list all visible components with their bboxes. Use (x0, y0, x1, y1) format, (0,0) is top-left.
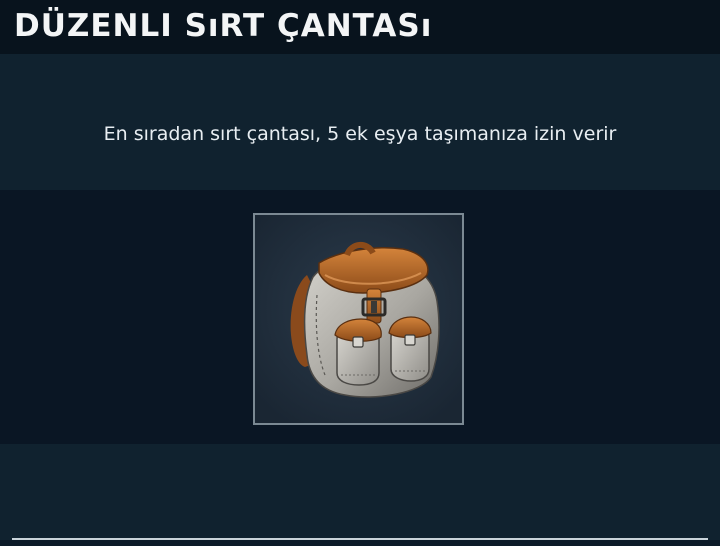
divider (12, 538, 708, 540)
item-detail-panel: DÜZENLI SıRT ÇANTASı En sıradan sırt çan… (0, 0, 720, 546)
footer-band (0, 444, 720, 540)
item-icon-frame[interactable] (253, 213, 464, 425)
item-title: DÜZENLI SıRT ÇANTASı (14, 8, 433, 44)
item-description: En sıradan sırt çantası, 5 ek eşya taşım… (103, 123, 617, 145)
backpack-icon (255, 215, 462, 423)
title-bar: DÜZENLI SıRT ÇANTASı (0, 0, 720, 54)
